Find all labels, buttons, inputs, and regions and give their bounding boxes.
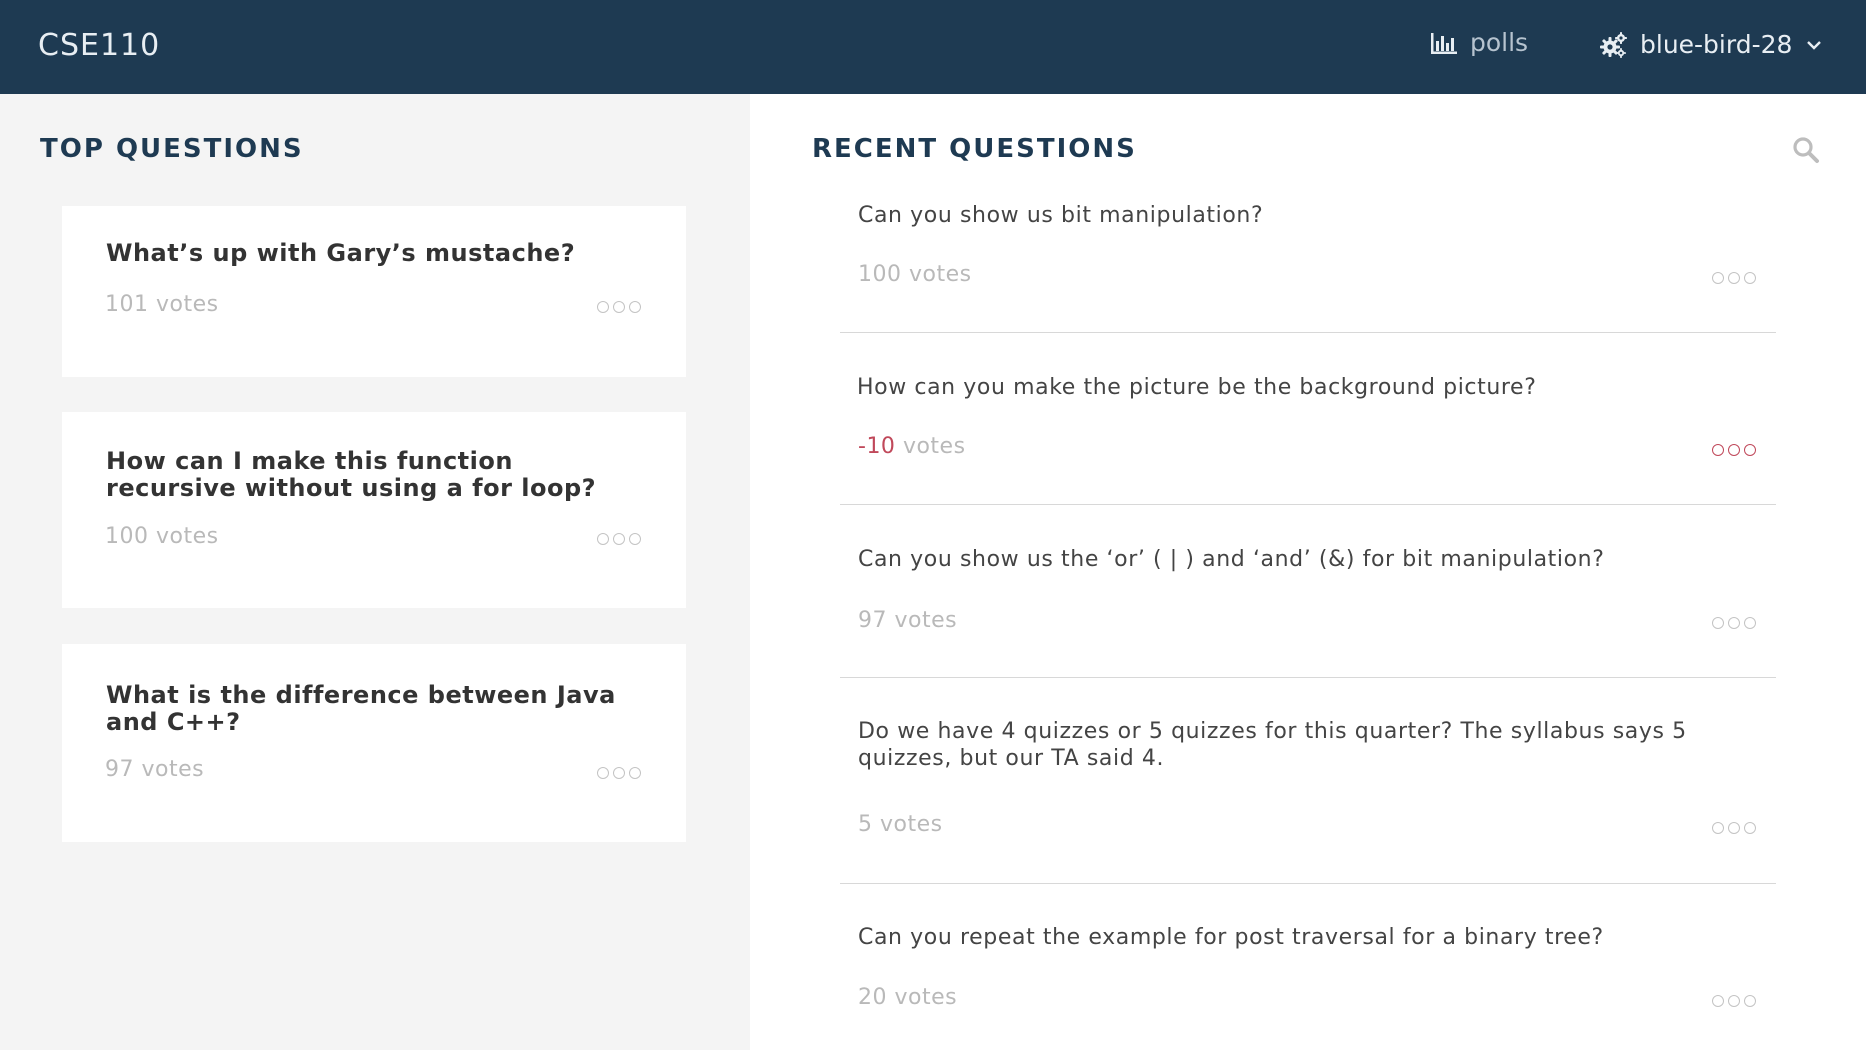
vote-number: 97 xyxy=(858,608,887,633)
question-text: How can you make the picture be the back… xyxy=(857,375,1537,400)
vote-label: votes xyxy=(141,757,205,782)
search-icon[interactable] xyxy=(1792,136,1820,164)
vote-count: 100 votes xyxy=(105,524,219,549)
question-text: Can you show us the ‘or’ ( | ) and ‘and’… xyxy=(858,547,1605,572)
top-questions-heading: TOP QUESTIONS xyxy=(40,134,304,164)
vote-number: 20 xyxy=(858,985,887,1010)
vote-count: 100 votes xyxy=(858,262,972,287)
more-dots-icon[interactable] xyxy=(597,301,641,313)
vote-number: 5 xyxy=(858,812,873,837)
vote-count: 101 votes xyxy=(105,292,219,317)
vote-label: votes xyxy=(156,292,219,317)
more-dots-icon[interactable] xyxy=(1712,617,1756,629)
polls-label: polls xyxy=(1470,28,1529,57)
more-dots-icon[interactable] xyxy=(1712,272,1756,284)
more-dots-icon[interactable] xyxy=(1712,444,1756,456)
recent-questions-panel: RECENT QUESTIONS Can you show us bit man… xyxy=(750,94,1866,1050)
vote-label: votes xyxy=(894,608,958,633)
question-text: What’s up with Gary’s mustache? xyxy=(106,239,576,267)
vote-count: 97 votes xyxy=(105,757,204,782)
chevron-down-icon xyxy=(1807,40,1822,50)
list-item[interactable]: Can you show us bit manipulation? 100 vo… xyxy=(840,202,1776,333)
vote-count: 20 votes xyxy=(858,985,957,1010)
vote-label: votes xyxy=(880,812,943,837)
polls-link[interactable]: polls xyxy=(1430,28,1528,57)
top-bar: CSE110 polls blue-bird-28 xyxy=(0,0,1866,94)
vote-label: votes xyxy=(156,524,219,549)
vote-number: -10 xyxy=(858,434,896,459)
top-questions-panel: TOP QUESTIONS What’s up with Gary’s must… xyxy=(0,94,750,1050)
vote-label: votes xyxy=(909,262,972,287)
question-text: Do we have 4 quizzes or 5 quizzes for th… xyxy=(858,719,1687,771)
list-item[interactable]: How can you make the picture be the back… xyxy=(840,374,1776,505)
more-dots-icon[interactable] xyxy=(1712,995,1756,1007)
more-dots-icon[interactable] xyxy=(1712,822,1756,834)
vote-count: -10 votes xyxy=(858,434,966,459)
vote-number: 101 xyxy=(105,292,149,317)
list-item[interactable]: Can you repeat the example for post trav… xyxy=(840,924,1776,1024)
bar-chart-icon xyxy=(1431,32,1457,54)
more-dots-icon[interactable] xyxy=(597,767,641,779)
question-text: Can you repeat the example for post trav… xyxy=(858,925,1604,950)
question-card[interactable]: What’s up with Gary’s mustache? 101 vote… xyxy=(62,206,686,377)
more-dots-icon[interactable] xyxy=(597,533,641,545)
vote-count: 97 votes xyxy=(858,608,957,633)
vote-label: votes xyxy=(894,985,958,1010)
course-title[interactable]: CSE110 xyxy=(38,28,160,63)
question-text: Can you show us bit manipulation? xyxy=(858,203,1264,228)
question-text: How can I make this function recursive w… xyxy=(106,447,597,502)
vote-number: 100 xyxy=(858,262,902,287)
list-item[interactable]: Can you show us the ‘or’ ( | ) and ‘and’… xyxy=(840,546,1776,678)
vote-number: 100 xyxy=(105,524,149,549)
question-text: What is the difference between Java and … xyxy=(106,681,616,736)
question-card[interactable]: How can I make this function recursive w… xyxy=(62,412,686,608)
recent-questions-heading: RECENT QUESTIONS xyxy=(812,134,1137,164)
question-card[interactable]: What is the difference between Java and … xyxy=(62,644,686,842)
vote-number: 97 xyxy=(105,757,134,782)
user-menu[interactable]: blue-bird-28 xyxy=(1600,30,1822,59)
list-item[interactable]: Do we have 4 quizzes or 5 quizzes for th… xyxy=(840,718,1776,884)
username: blue-bird-28 xyxy=(1640,30,1793,59)
vote-label: votes xyxy=(902,434,966,459)
vote-count: 5 votes xyxy=(858,812,943,837)
gears-icon xyxy=(1600,31,1627,58)
